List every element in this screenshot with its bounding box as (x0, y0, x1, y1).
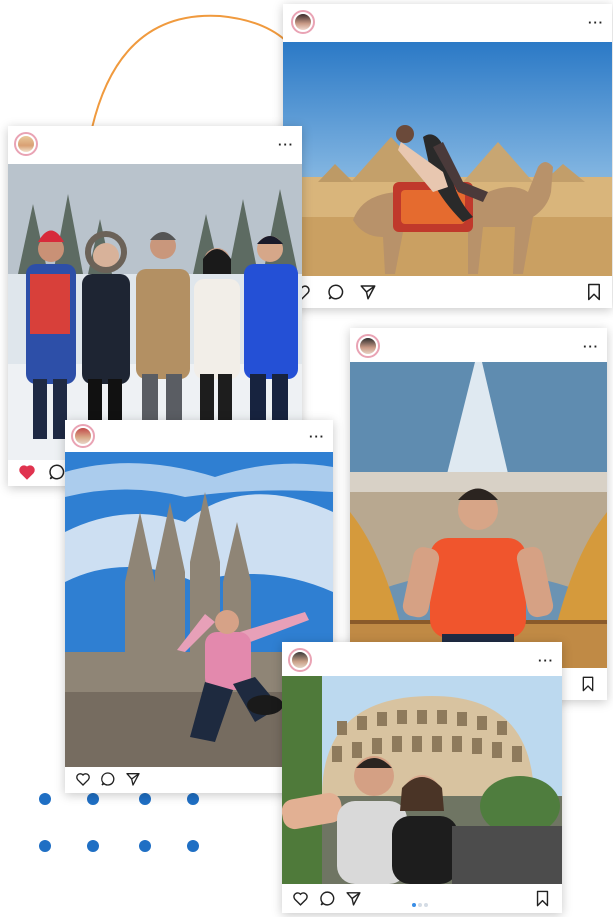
comment-icon[interactable] (327, 283, 345, 301)
decorative-dot (87, 840, 99, 852)
post-card-pyramids: ··· (283, 4, 612, 308)
avatar[interactable] (14, 132, 38, 156)
comment-icon[interactable] (319, 890, 336, 907)
more-dots-icon[interactable]: ··· (278, 138, 294, 151)
decorative-dot (39, 793, 51, 805)
share-icon[interactable] (345, 890, 362, 907)
post-photo (8, 164, 302, 460)
carousel-indicator (411, 894, 429, 912)
post-header: ··· (283, 4, 612, 44)
more-dots-icon[interactable]: ··· (538, 654, 554, 667)
heart-icon[interactable] (18, 463, 36, 481)
comment-icon[interactable] (100, 771, 116, 787)
decorative-dot (39, 840, 51, 852)
avatar[interactable] (356, 334, 380, 358)
post-actions (283, 276, 612, 308)
heart-icon[interactable] (75, 771, 91, 787)
more-dots-icon[interactable]: ··· (588, 16, 604, 29)
decorative-dot (187, 840, 199, 852)
more-dots-icon[interactable]: ··· (583, 340, 599, 353)
bookmark-icon[interactable] (581, 676, 595, 692)
comment-icon[interactable] (48, 463, 66, 481)
decorative-dot (87, 793, 99, 805)
decorative-dot (139, 793, 151, 805)
avatar[interactable] (71, 424, 95, 448)
decorative-dot (139, 840, 151, 852)
share-icon[interactable] (125, 771, 141, 787)
bookmark-icon[interactable] (586, 283, 602, 301)
carousel-dot (418, 903, 422, 907)
carousel-dot (424, 903, 428, 907)
heart-icon[interactable] (292, 890, 309, 907)
post-photo (350, 362, 607, 668)
avatar[interactable] (288, 648, 312, 672)
carousel-dot-active (412, 903, 416, 907)
decorative-dot (187, 793, 199, 805)
post-header: ··· (8, 126, 302, 166)
avatar[interactable] (291, 10, 315, 34)
post-photo (283, 42, 612, 276)
share-icon[interactable] (359, 283, 377, 301)
post-card-colosseum: ··· (282, 642, 562, 913)
more-dots-icon[interactable]: ··· (309, 430, 325, 443)
post-photo (282, 676, 562, 884)
post-actions (282, 884, 562, 913)
bookmark-icon[interactable] (535, 890, 550, 907)
